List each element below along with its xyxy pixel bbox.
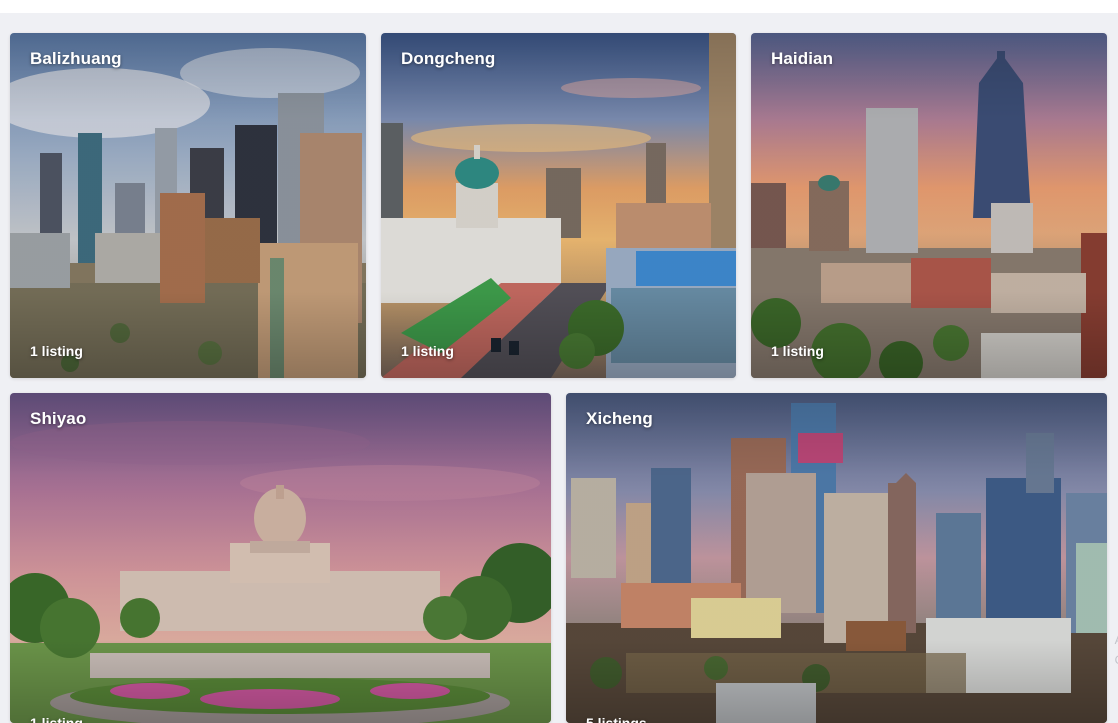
card-shade [566,393,1107,723]
listing-count: 1 listing [30,343,83,359]
location-card-dongcheng[interactable]: Dongcheng 1 listing [381,33,736,378]
card-title: Xicheng [586,409,653,428]
watermark-text: A G [1115,630,1118,670]
card-shade [381,33,736,378]
listing-count: 1 listing [401,343,454,359]
listing-count: 1 listing [30,715,83,723]
location-card-xicheng[interactable]: Xicheng 5 listings [566,393,1107,723]
watermark-line: G [1115,650,1118,670]
card-title: Haidian [771,49,834,68]
location-card-shiyao[interactable]: Shiyao 1 listing [10,393,551,723]
card-title: Dongcheng [401,49,496,68]
listing-count: 1 listing [771,343,824,359]
location-card-haidian[interactable]: Haidian 1 listing [751,33,1107,378]
card-title: Shiyao [30,409,87,428]
watermark-line: A [1115,630,1118,650]
card-title: Balizhuang [30,49,122,68]
top-bar [0,0,1118,13]
card-shade [10,393,551,723]
card-shade [751,33,1107,378]
listing-count: 5 listings [586,715,647,723]
card-shade [10,33,366,378]
location-card-balizhuang[interactable]: Balizhuang 1 listing [10,33,366,378]
